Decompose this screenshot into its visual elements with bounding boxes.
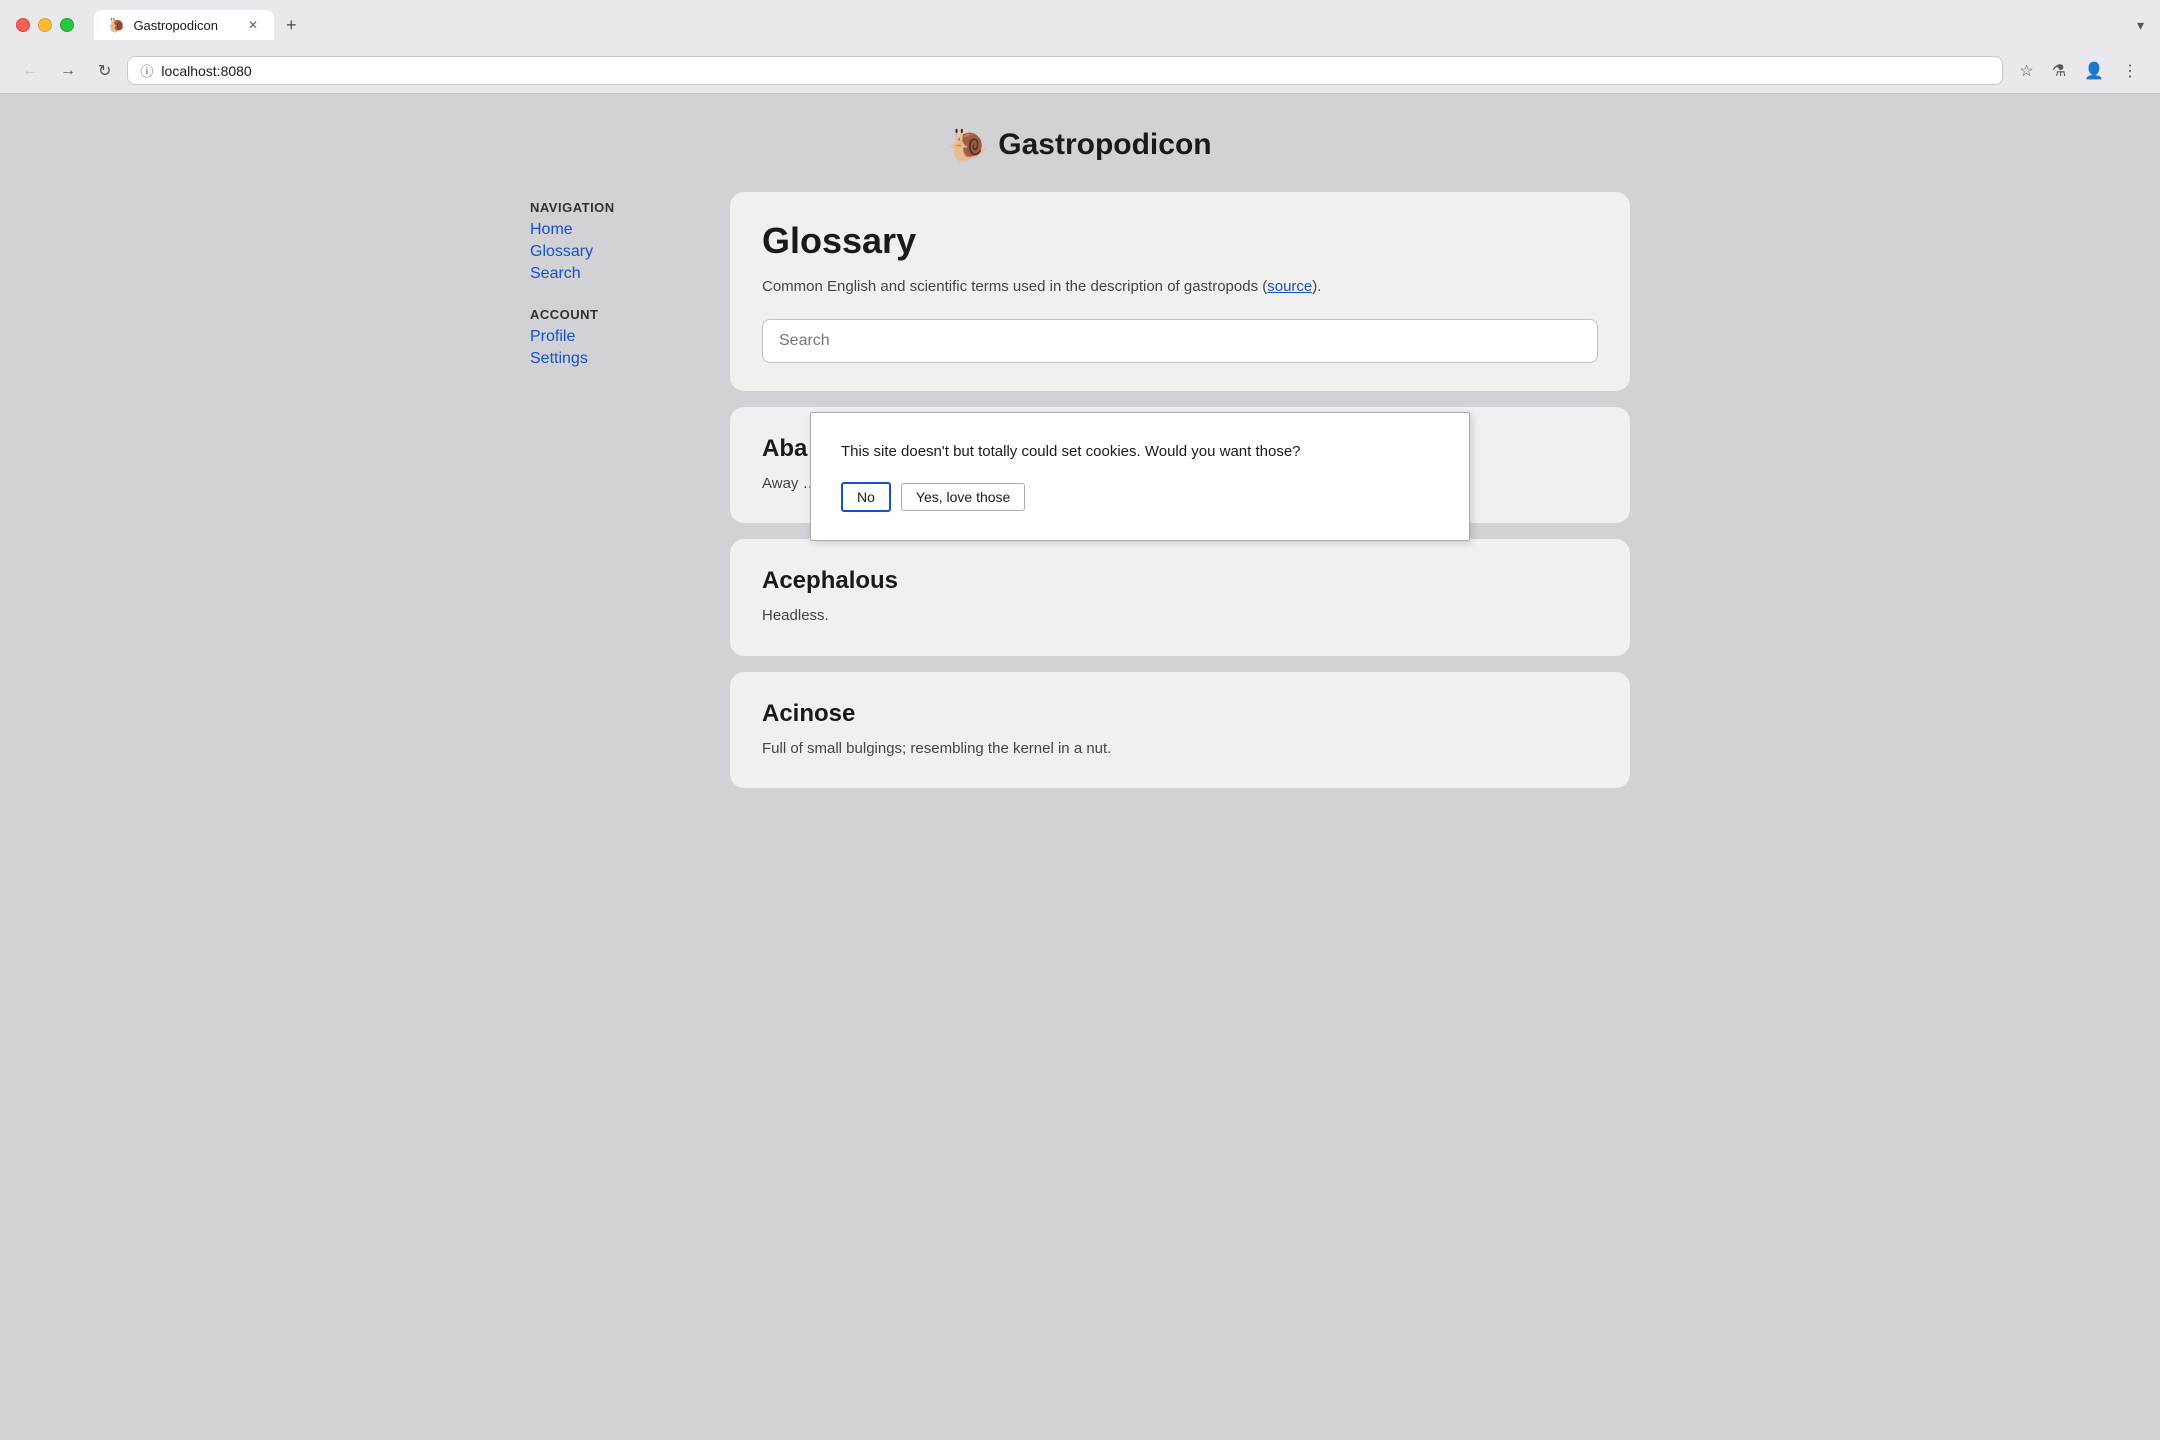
traffic-lights [16,18,74,32]
traffic-light-close[interactable] [16,18,30,32]
cookie-dialog-overlay: This site doesn't but totally could set … [810,412,1470,541]
cookie-buttons: No Yes, love those [841,482,1439,512]
glossary-desc-before: Common English and scientific terms used… [762,278,1267,295]
browser-toolbar: ← → ↻ ⓘ ☆ ⚗ 👤 ⋮ [0,50,2160,93]
sidebar-nav-label: NAVIGATION [530,200,690,215]
glossary-source-link[interactable]: source [1267,278,1312,295]
site-title: Gastropodicon [998,128,1211,162]
address-bar[interactable] [161,63,1990,79]
browser-titlebar: 🐌 Gastropodicon ✕ + ▾ [0,0,2160,50]
browser-chrome: 🐌 Gastropodicon ✕ + ▾ ← → ↻ ⓘ ☆ ⚗ 👤 ⋮ [0,0,2160,94]
glossary-header-card: Glossary Common English and scientific t… [730,192,1630,391]
tab-favicon: 🐌 [108,17,125,34]
cookie-yes-button[interactable]: Yes, love those [901,483,1025,511]
sidebar-item-home[interactable]: Home [530,221,690,239]
address-info-icon[interactable]: ⓘ [140,61,153,80]
back-button[interactable]: ← [16,58,44,84]
active-tab[interactable]: 🐌 Gastropodicon ✕ [94,10,274,40]
page-layout: NAVIGATION Home Glossary Search ACCOUNT … [530,192,1630,788]
sidebar-nav-section: NAVIGATION Home Glossary Search [530,200,690,283]
sidebar-item-glossary[interactable]: Glossary [530,243,690,261]
term-desc-acephalous: Headless. [762,605,1598,628]
tab-title: Gastropodicon [133,18,238,33]
forward-button[interactable]: → [54,58,82,84]
tab-dropdown-button[interactable]: ▾ [2137,17,2144,34]
term-card-acinose: Acinose Full of small bulgings; resembli… [730,672,1630,789]
menu-button[interactable]: ⋮ [2116,57,2144,85]
term-title-acephalous: Acephalous [762,567,1598,595]
sidebar-item-profile[interactable]: Profile [530,328,690,346]
site-header: 🐌 Gastropodicon [948,126,1211,164]
bookmark-button[interactable]: ☆ [2013,57,2039,85]
address-bar-container: ⓘ [127,56,2003,85]
glossary-desc-after: ). [1312,278,1321,295]
glossary-description: Common English and scientific terms used… [762,276,1598,299]
cookie-dialog: This site doesn't but totally could set … [810,412,1470,541]
site-logo: 🐌 [948,126,988,164]
toolbar-actions: ☆ ⚗ 👤 ⋮ [2013,57,2144,85]
traffic-light-maximize[interactable] [60,18,74,32]
main-content: Glossary Common English and scientific t… [730,192,1630,788]
experiment-button[interactable]: ⚗ [2046,57,2072,85]
refresh-button[interactable]: ↻ [92,57,117,85]
traffic-light-minimize[interactable] [38,18,52,32]
cookie-message: This site doesn't but totally could set … [841,441,1439,462]
sidebar-account-section: ACCOUNT Profile Settings [530,307,690,368]
cookie-no-button[interactable]: No [841,482,891,512]
sidebar-item-settings[interactable]: Settings [530,350,690,368]
glossary-title: Glossary [762,220,1598,262]
sidebar-item-search[interactable]: Search [530,265,690,283]
page-wrapper: 🐌 Gastropodicon NAVIGATION Home Glossary… [0,94,2160,1434]
new-tab-button[interactable]: + [278,11,305,40]
term-card-acephalous: Acephalous Headless. [730,539,1630,656]
term-title-acinose: Acinose [762,700,1598,728]
tab-close-button[interactable]: ✕ [246,16,260,34]
term-desc-acinose: Full of small bulgings; resembling the k… [762,738,1598,761]
profile-button[interactable]: 👤 [2078,57,2110,85]
sidebar: NAVIGATION Home Glossary Search ACCOUNT … [530,192,690,788]
tab-bar: 🐌 Gastropodicon ✕ + [94,10,2125,40]
sidebar-account-label: ACCOUNT [530,307,690,322]
search-input[interactable] [762,319,1598,363]
